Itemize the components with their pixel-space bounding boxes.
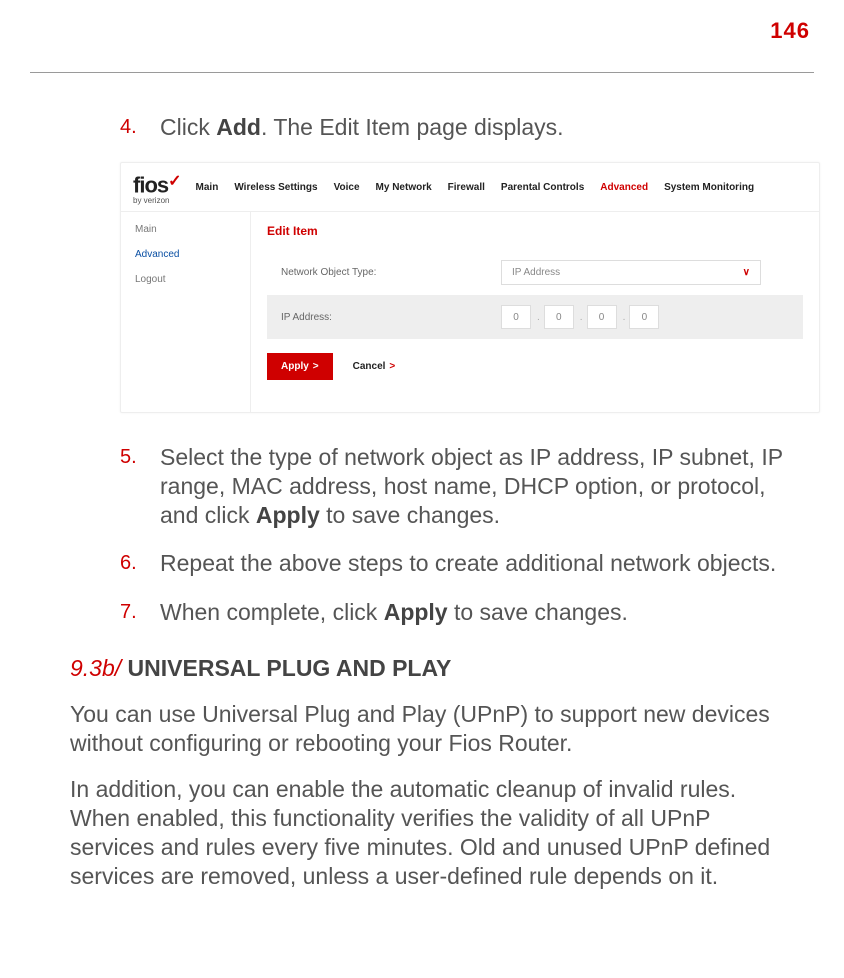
sidebar: Main Advanced Logout — [121, 212, 251, 412]
step-4-bold: Add — [216, 114, 261, 140]
step-6: 6. Repeat the above steps to create addi… — [120, 549, 794, 578]
tab-wireless-settings[interactable]: Wireless Settings — [234, 182, 317, 193]
label-ip-address: IP Address: — [281, 312, 501, 323]
tab-main[interactable]: Main — [196, 182, 219, 193]
step-7-text-b: to save changes. — [448, 599, 628, 625]
top-tabs: Main Wireless Settings Voice My Network … — [196, 182, 755, 193]
ip-dot: . — [623, 312, 626, 323]
label-network-object-type: Network Object Type: — [281, 267, 501, 278]
fios-logo: fios✓ by verizon — [133, 171, 182, 205]
section-paragraph-1: You can use Universal Plug and Play (UPn… — [70, 700, 794, 758]
tab-firewall[interactable]: Firewall — [448, 182, 485, 193]
section-number: 9.3b/ — [70, 655, 121, 681]
step-6-body: Repeat the above steps to create additio… — [160, 549, 776, 578]
step-7-body: When complete, click Apply to save chang… — [160, 598, 628, 627]
dropdown-network-object-type[interactable]: IP Address ∨ — [501, 260, 761, 285]
ip-dot: . — [537, 312, 540, 323]
dropdown-value: IP Address — [512, 267, 560, 278]
step-4-text-a: Click — [160, 114, 216, 140]
cancel-button[interactable]: Cancel> — [353, 361, 396, 372]
chevron-right-icon: > — [313, 361, 319, 372]
step-7-number: 7. — [120, 598, 160, 627]
ip-octet-4[interactable] — [629, 305, 659, 329]
step-5-body: Select the type of network object as IP … — [160, 443, 794, 529]
section-paragraph-2: In addition, you can enable the automati… — [70, 775, 794, 890]
tab-advanced[interactable]: Advanced — [600, 182, 648, 193]
sidebar-item-main[interactable]: Main — [135, 224, 250, 235]
apply-button-label: Apply — [281, 361, 309, 372]
chevron-right-icon: > — [389, 361, 395, 372]
step-5-number: 5. — [120, 443, 160, 529]
step-7-text-a: When complete, click — [160, 599, 384, 625]
sidebar-item-advanced[interactable]: Advanced — [135, 249, 250, 260]
panel: Edit Item Network Object Type: IP Addres… — [251, 212, 819, 412]
row-ip-address: IP Address: . . . — [267, 295, 803, 339]
section-title: UNIVERSAL PLUG AND PLAY — [121, 655, 451, 681]
chevron-down-icon: ∨ — [743, 267, 750, 278]
tab-my-network[interactable]: My Network — [376, 182, 432, 193]
router-header: fios✓ by verizon Main Wireless Settings … — [121, 163, 819, 212]
step-4-text-b: . The Edit Item page displays. — [261, 114, 564, 140]
ip-dot: . — [580, 312, 583, 323]
sidebar-item-logout[interactable]: Logout — [135, 274, 250, 285]
router-ui: fios✓ by verizon Main Wireless Settings … — [120, 162, 820, 413]
ip-octet-3[interactable] — [587, 305, 617, 329]
step-7: 7. When complete, click Apply to save ch… — [120, 598, 794, 627]
apply-button[interactable]: Apply > — [267, 353, 333, 380]
row-network-object-type: Network Object Type: IP Address ∨ — [267, 250, 803, 295]
tab-system-monitoring[interactable]: System Monitoring — [664, 182, 754, 193]
button-row: Apply> Cancel> — [267, 353, 803, 380]
ip-input-group: . . . — [501, 305, 661, 329]
tab-parental-controls[interactable]: Parental Controls — [501, 182, 584, 193]
page-number: 146 — [30, 0, 814, 44]
ip-octet-2[interactable] — [544, 305, 574, 329]
cancel-button-label: Cancel — [353, 361, 386, 372]
tab-voice[interactable]: Voice — [334, 182, 360, 193]
ip-octet-1[interactable] — [501, 305, 531, 329]
step-4-body: Click Add. The Edit Item page displays. — [160, 113, 564, 142]
panel-title: Edit Item — [267, 224, 803, 238]
divider — [30, 72, 814, 73]
logo-check-icon: ✓ — [168, 173, 181, 190]
step-5-text-b: to save changes. — [320, 502, 500, 528]
logo-text: fios — [133, 172, 168, 197]
step-6-number: 6. — [120, 549, 160, 578]
step-5-bold: Apply — [256, 502, 320, 528]
step-5: 5. Select the type of network object as … — [120, 443, 794, 529]
step-7-bold: Apply — [384, 599, 448, 625]
section-heading: 9.3b/ UNIVERSAL PLUG AND PLAY — [70, 655, 794, 682]
step-4-number: 4. — [120, 113, 160, 142]
step-4: 4. Click Add. The Edit Item page display… — [120, 113, 794, 142]
